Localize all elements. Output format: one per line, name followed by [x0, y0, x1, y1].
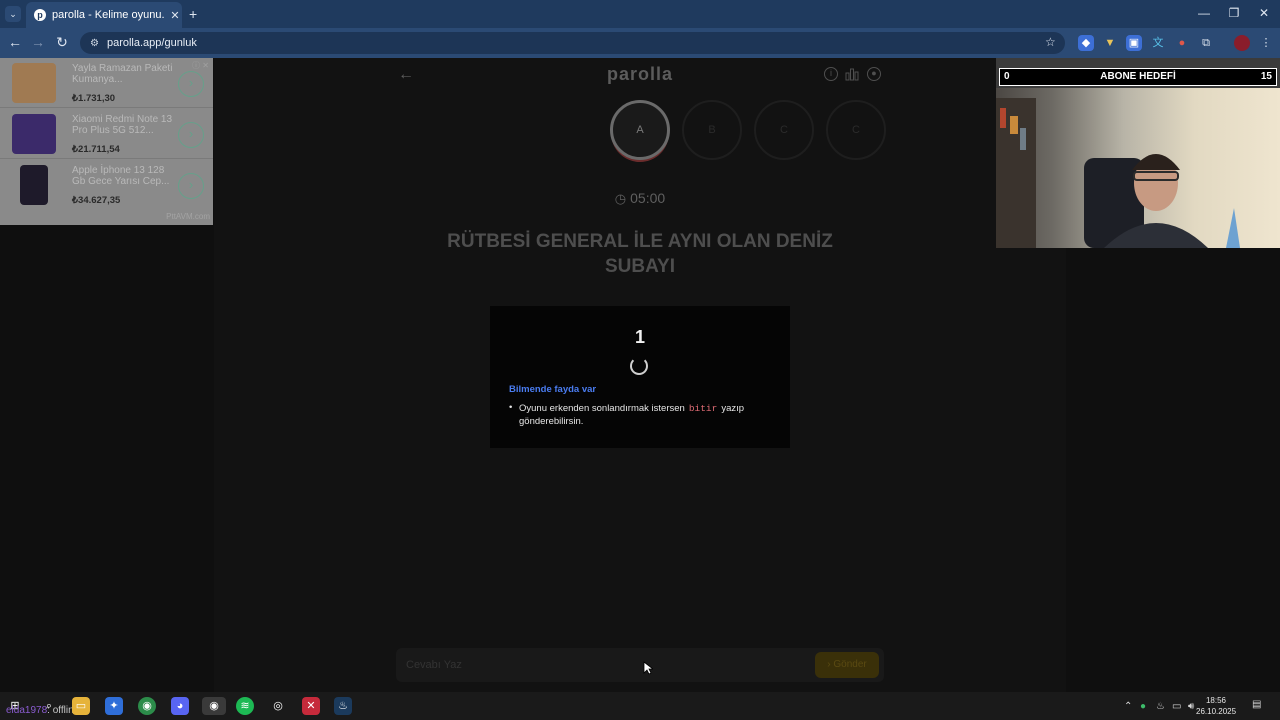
- answer-input[interactable]: [396, 648, 884, 682]
- mouse-cursor-icon: [643, 661, 653, 675]
- tray-steam-icon[interactable]: ♨: [1156, 701, 1165, 712]
- goal-label: ABONE HEDEFİ: [1100, 71, 1176, 82]
- tab-close-icon[interactable]: ✕: [168, 9, 182, 22]
- ad-image: [12, 63, 56, 103]
- app-x-icon[interactable]: ✕: [302, 697, 320, 715]
- system-clock[interactable]: 18:56 26.10.2025: [1196, 695, 1236, 717]
- loading-spinner-icon: [630, 357, 648, 375]
- stats-icon[interactable]: [845, 67, 859, 81]
- stream-status-tag: elda1978: offline: [6, 705, 79, 716]
- active-tab[interactable]: p parolla - Kelime oyunu. Günlük ✕: [26, 2, 182, 28]
- steam-icon[interactable]: ♨: [334, 697, 352, 715]
- webcam-feed: [996, 88, 1280, 248]
- new-tab-button[interactable]: +: [189, 6, 197, 22]
- ad-item-name: Xiaomi Redmi Note 13 Pro Plus 5G 512...: [72, 114, 173, 136]
- extension-3-icon[interactable]: ▣: [1126, 35, 1142, 51]
- ad-item[interactable]: Xiaomi Redmi Note 13 Pro Plus 5G 512... …: [0, 109, 213, 159]
- tip-title: Bilmende fayda var: [509, 384, 597, 395]
- url-text: parolla.app/gunluk: [106, 37, 197, 49]
- ad-item-price: ₺34.627,35: [72, 195, 121, 206]
- info-icon[interactable]: i: [824, 67, 838, 81]
- discord-icon[interactable]: ◕: [171, 697, 189, 715]
- file-explorer-icon[interactable]: ▭: [72, 697, 90, 715]
- copilot-icon[interactable]: ✦: [105, 697, 123, 715]
- goal-target: 15: [1260, 71, 1272, 82]
- tab-title: parolla - Kelime oyunu. Günlük: [52, 9, 168, 21]
- question-text: RÜTBESİ GENERAL İLE AYNI OLAN DENİZ SUBA…: [447, 231, 833, 277]
- tray-chevron-icon[interactable]: ⌃: [1124, 701, 1132, 712]
- ad-item-price: ₺21.711,54: [72, 144, 120, 155]
- volume-icon[interactable]: 🔊︎: [1188, 701, 1194, 712]
- profile-avatar[interactable]: [1234, 35, 1250, 51]
- forward-button[interactable]: →: [29, 34, 47, 50]
- ad-source: PttAVM.com: [166, 212, 210, 221]
- profile-icon[interactable]: ●: [867, 67, 881, 81]
- tab-search-icon[interactable]: ⌄: [5, 6, 21, 22]
- site-info-icon[interactable]: ⚙: [90, 38, 99, 49]
- app-logo: parolla: [606, 64, 674, 84]
- send-label: Gönder: [833, 659, 867, 670]
- ad-item-price: ₺1.731,30: [72, 93, 116, 104]
- address-bar[interactable]: ⚙ parolla.app/gunluk: [80, 32, 1065, 54]
- reload-button[interactable]: ↻: [53, 34, 71, 51]
- tip-bullet: •: [509, 402, 513, 413]
- letter-circle-a: A: [610, 100, 670, 160]
- subscriber-goal-bar: 0 ABONE HEDEFİ 15: [999, 68, 1277, 86]
- tip-code: bitir: [688, 403, 718, 414]
- taskbar: [0, 692, 1280, 720]
- ad-go-icon[interactable]: ›: [178, 71, 204, 97]
- countdown-number: 1: [634, 327, 645, 347]
- stream-user: elda1978: [6, 705, 48, 716]
- letter-circle-c-2: C: [826, 100, 886, 160]
- ad-item[interactable]: Yayla Ramazan Paketi Kumanya... ₺1.731,3…: [0, 58, 213, 108]
- clock-date: 26.10.2025: [1196, 707, 1237, 716]
- ad-item-name: Yayla Ramazan Paketi Kumanya...: [72, 63, 173, 85]
- letter-circle-c: C: [754, 100, 814, 160]
- extension-1-icon[interactable]: ◆: [1078, 35, 1094, 51]
- ad-image: [12, 114, 56, 154]
- browser-menu-icon[interactable]: ⋮: [1258, 35, 1274, 51]
- ad-image: [20, 165, 48, 205]
- spotify-icon[interactable]: ≋: [236, 697, 254, 715]
- chrome-icon[interactable]: ◉: [138, 697, 156, 715]
- notification-icon[interactable]: ▤: [1252, 699, 1261, 710]
- ad-go-icon[interactable]: ›: [178, 173, 204, 199]
- game-back-icon[interactable]: ←: [398, 66, 414, 84]
- parolla-favicon-icon: p: [34, 9, 46, 21]
- extension-5-icon[interactable]: ●: [1174, 35, 1190, 51]
- ad-go-icon[interactable]: ›: [178, 122, 204, 148]
- bookmark-star-icon[interactable]: ☆: [1045, 35, 1056, 49]
- minimize-button[interactable]: —: [1195, 6, 1213, 20]
- timer: ◷ 05:00: [600, 190, 680, 207]
- tray-app-icon[interactable]: ●: [1140, 701, 1146, 712]
- extension-2-icon[interactable]: ▼: [1102, 35, 1118, 51]
- clock-time: 18:56: [1205, 696, 1227, 705]
- network-icon[interactable]: ▭: [1172, 701, 1181, 712]
- extensions-puzzle-icon[interactable]: ⧉: [1198, 35, 1214, 51]
- obs-icon[interactable]: ◎: [269, 697, 287, 715]
- ad-item[interactable]: Apple İphone 13 128 Gb Gece Yarısı Cep..…: [0, 160, 213, 210]
- ad-item-name: Apple İphone 13 128 Gb Gece Yarısı Cep..…: [72, 165, 170, 187]
- clock-icon: ◷: [614, 191, 627, 206]
- tip-text-before: Oyunu erkenden sonlandırmak istersen: [519, 403, 685, 414]
- restore-button[interactable]: ❐: [1225, 6, 1243, 20]
- letter-circle-b: B: [682, 100, 742, 160]
- back-button[interactable]: ←: [6, 34, 24, 50]
- tip-text: Oyunu erkenden sonlandırmak istersen biti…: [519, 402, 769, 428]
- chrome-active-icon[interactable]: ◉: [202, 697, 226, 715]
- translate-extension-icon[interactable]: 文: [1150, 35, 1166, 51]
- close-window-button[interactable]: ✕: [1255, 6, 1273, 20]
- timer-value: 05:00: [630, 190, 666, 206]
- send-button[interactable]: › Gönder: [815, 652, 879, 678]
